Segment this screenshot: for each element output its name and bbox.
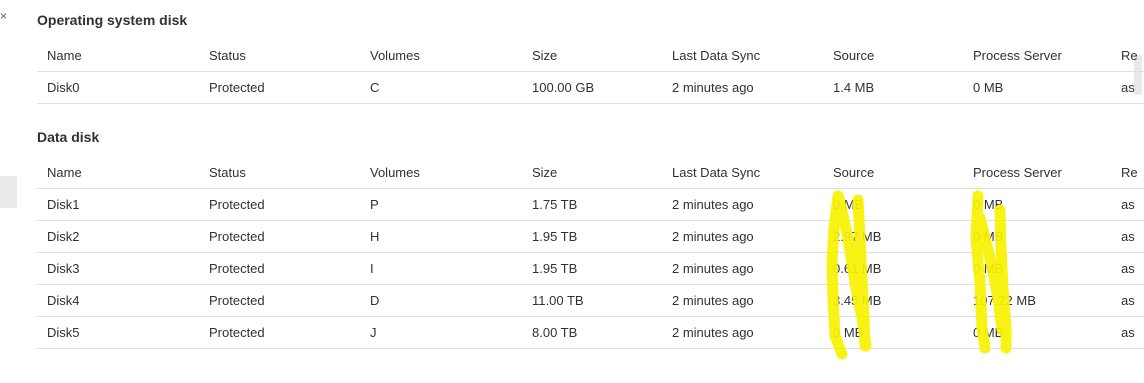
- cell-status: Protected: [199, 284, 360, 317]
- column-header-last-data-sync: Last Data Sync: [672, 47, 761, 63]
- cell-size: 8.00 TB: [522, 316, 662, 349]
- column-header-name: Name: [47, 47, 82, 63]
- cell-process-server: 107.22 MB: [963, 284, 1111, 317]
- cell-volumes: P: [360, 188, 522, 221]
- cell-size: 11.00 TB: [522, 284, 662, 317]
- cell-size: 100.00 GB: [522, 71, 662, 104]
- cell-volumes: C: [360, 71, 522, 104]
- cell-name: Disk3: [37, 252, 199, 285]
- table-row[interactable]: Disk4 Protected D 11.00 TB 2 minutes ago…: [37, 284, 1144, 317]
- cell-name: Disk4: [37, 284, 199, 317]
- cell-size: 1.95 TB: [522, 220, 662, 253]
- cell-size: 1.75 TB: [522, 188, 662, 221]
- column-header-status: Status: [209, 47, 246, 63]
- table-header-row: Name Status Volumes Size Last Data Sync …: [37, 156, 1144, 189]
- column-header-truncated: Re: [1121, 164, 1138, 180]
- os-disk-section-title: Operating system disk: [37, 12, 188, 28]
- cell-truncated: as: [1111, 71, 1144, 104]
- cell-source: 0.61 MB: [823, 252, 963, 285]
- column-header-source: Source: [833, 47, 875, 63]
- side-panel-tab[interactable]: [0, 176, 17, 208]
- close-icon[interactable]: ×: [0, 10, 7, 22]
- column-header-last-data-sync: Last Data Sync: [672, 164, 761, 180]
- table-row[interactable]: Disk5 Protected J 8.00 TB 2 minutes ago …: [37, 316, 1144, 349]
- column-header-truncated: Re: [1121, 47, 1138, 63]
- cell-name: Disk1: [37, 188, 199, 221]
- cell-volumes: D: [360, 284, 522, 317]
- cell-volumes: J: [360, 316, 522, 349]
- cell-truncated: as: [1111, 220, 1144, 253]
- table-header-row: Name Status Volumes Size Last Data Sync …: [37, 39, 1144, 72]
- cell-process-server: 0 MB: [963, 71, 1111, 104]
- column-header-source: Source: [833, 164, 875, 180]
- cell-source: 0 MB: [823, 188, 963, 221]
- cell-last-data-sync: 2 minutes ago: [662, 316, 823, 349]
- cell-status: Protected: [199, 188, 360, 221]
- os-disk-table: Name Status Volumes Size Last Data Sync …: [37, 39, 1144, 104]
- cell-last-data-sync: 2 minutes ago: [662, 71, 823, 104]
- cell-source: 2.97 MB: [823, 220, 963, 253]
- cell-size: 1.95 TB: [522, 252, 662, 285]
- data-disk-section-title: Data disk: [37, 129, 100, 145]
- cell-truncated: as: [1111, 188, 1144, 221]
- table-row[interactable]: Disk2 Protected H 1.95 TB 2 minutes ago …: [37, 220, 1144, 253]
- cell-truncated: as: [1111, 284, 1144, 317]
- cell-truncated: as: [1111, 316, 1144, 349]
- cell-name: Disk0: [37, 71, 199, 104]
- table-row[interactable]: Disk1 Protected P 1.75 TB 2 minutes ago …: [37, 188, 1144, 221]
- cell-last-data-sync: 2 minutes ago: [662, 284, 823, 317]
- cell-process-server: 0 MB: [963, 316, 1111, 349]
- cell-source: 1.4 MB: [823, 71, 963, 104]
- column-header-status: Status: [209, 164, 246, 180]
- column-header-process-server: Process Server: [973, 47, 1062, 63]
- column-header-size: Size: [532, 47, 558, 63]
- cell-process-server: 0 MB: [963, 252, 1111, 285]
- data-disk-table: Name Status Volumes Size Last Data Sync …: [37, 156, 1144, 349]
- cell-last-data-sync: 2 minutes ago: [662, 252, 823, 285]
- cell-volumes: I: [360, 252, 522, 285]
- table-row[interactable]: Disk0 Protected C 100.00 GB 2 minutes ag…: [37, 71, 1144, 104]
- cell-status: Protected: [199, 252, 360, 285]
- column-header-size: Size: [532, 164, 558, 180]
- column-header-name: Name: [47, 164, 82, 180]
- cell-process-server: 0 MB: [963, 220, 1111, 253]
- cell-status: Protected: [199, 71, 360, 104]
- cell-source: 3.45 MB: [823, 284, 963, 317]
- column-header-volumes: Volumes: [370, 47, 420, 63]
- cell-status: Protected: [199, 316, 360, 349]
- cell-process-server: 0 MB: [963, 188, 1111, 221]
- cell-truncated: as: [1111, 252, 1144, 285]
- cell-name: Disk5: [37, 316, 199, 349]
- cell-last-data-sync: 2 minutes ago: [662, 220, 823, 253]
- cell-volumes: H: [360, 220, 522, 253]
- table-row[interactable]: Disk3 Protected I 1.95 TB 2 minutes ago …: [37, 252, 1144, 285]
- cell-name: Disk2: [37, 220, 199, 253]
- column-header-volumes: Volumes: [370, 164, 420, 180]
- cell-source: 0 MB: [823, 316, 963, 349]
- cell-last-data-sync: 2 minutes ago: [662, 188, 823, 221]
- cell-status: Protected: [199, 220, 360, 253]
- column-header-process-server: Process Server: [973, 164, 1062, 180]
